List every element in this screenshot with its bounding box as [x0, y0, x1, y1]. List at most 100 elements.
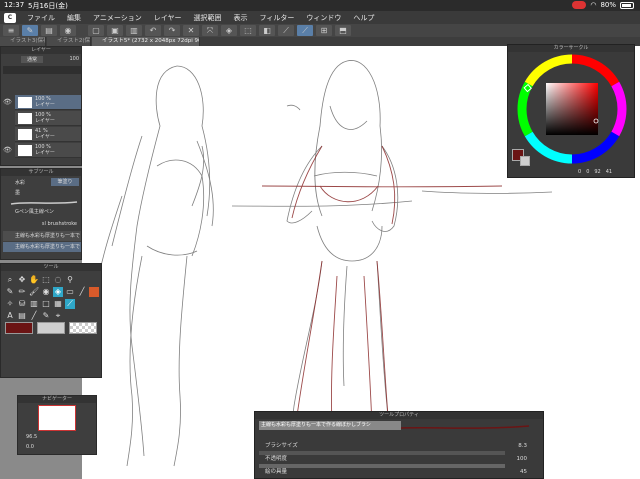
save-icon[interactable]: ▥ — [126, 25, 142, 36]
transform-icon[interactable]: ⤧ — [202, 25, 218, 36]
gradient-icon[interactable]: ▥ — [29, 299, 39, 309]
subtool-brush-main-selected[interactable]: 主線も水彩も厚塗りも一本で — [3, 242, 81, 252]
fill-bucket-icon[interactable]: ⛁ — [17, 299, 27, 309]
layer-row[interactable]: 100 % レイヤー — [15, 95, 81, 110]
blend-mode-select[interactable]: 通常 — [21, 56, 44, 63]
lasso-icon[interactable]: ◌ — [53, 275, 63, 285]
menu-view[interactable]: 表示 — [229, 13, 253, 23]
pencil-icon[interactable]: ✏ — [17, 287, 27, 297]
opacity-row[interactable]: 不透明度 100 — [259, 455, 541, 464]
layer-panel-title: レイヤー — [1, 47, 81, 54]
brush-size-label: ブラシサイズ — [265, 443, 298, 449]
hue-ring[interactable] — [516, 53, 628, 165]
menu-icon[interactable]: ≡ — [3, 25, 19, 36]
subtool-brush-main[interactable]: 主線も水彩も厚塗りも一本で — [3, 231, 81, 241]
open-icon[interactable]: ▣ — [107, 25, 123, 36]
material-icon[interactable]: ◉ — [60, 25, 76, 36]
frame-icon[interactable]: ▦ — [53, 299, 63, 309]
layer-row[interactable]: 100 % レイヤー — [15, 143, 81, 158]
color-sub-swatch[interactable] — [520, 156, 530, 166]
subtool-group-ink[interactable]: 墨 — [3, 188, 81, 198]
clear-icon[interactable]: ✕ — [183, 25, 199, 36]
ink-amount-row[interactable]: 絵の具量 45 — [259, 468, 541, 477]
menu-bar: C ファイル 編集 アニメーション レイヤー 選択範囲 表示 フィルター ウィン… — [0, 11, 640, 24]
main-color-swatch[interactable] — [5, 322, 33, 334]
hand-icon[interactable]: ✋ — [29, 275, 39, 285]
operation-icon[interactable]: ⌖ — [53, 311, 63, 321]
snap-special-icon[interactable]: ⊞ — [316, 25, 332, 36]
menu-window[interactable]: ウィンドウ — [301, 13, 346, 23]
pen-icon[interactable]: ✎ — [5, 287, 15, 297]
menu-file[interactable]: ファイル — [22, 13, 60, 23]
menu-animation[interactable]: アニメーション — [88, 13, 147, 23]
sub-color-swatch[interactable] — [37, 322, 65, 334]
battery-icon — [620, 1, 634, 9]
brush-size-row[interactable]: ブラシサイズ 8.3 — [259, 442, 541, 451]
menu-layer[interactable]: レイヤー — [149, 13, 187, 23]
brush-size-value[interactable]: 8.3 — [518, 442, 527, 451]
menu-filter[interactable]: フィルター — [255, 13, 300, 23]
brush-icon[interactable]: 🖌 — [29, 287, 39, 297]
move-icon[interactable]: ✥ — [17, 275, 27, 285]
liquify-icon[interactable]: ✎ — [41, 311, 51, 321]
color-value-s: 0 — [586, 169, 590, 175]
toolprop-brush-name[interactable]: 主線も水彩も厚塗りも一本で作る線ぼかしブラシ — [259, 421, 401, 430]
pen-tool-icon[interactable]: ✎ — [22, 25, 38, 36]
redo-icon[interactable]: ↷ — [164, 25, 180, 36]
subtool-group-watercolor[interactable]: 水彩 — [3, 178, 81, 188]
selection-icon[interactable]: ⬚ — [240, 25, 256, 36]
navigator-angle[interactable]: 0.0 — [26, 444, 34, 450]
new-icon[interactable]: ▢ — [88, 25, 104, 36]
eye-icon[interactable]: 👁 — [3, 145, 13, 155]
battery-text: 80% — [600, 1, 616, 9]
menu-help[interactable]: ヘルプ — [348, 13, 379, 23]
eyedropper-icon[interactable]: ⚲ — [65, 275, 75, 285]
watercolor-icon[interactable]: ◈ — [53, 287, 63, 297]
transparent-color-swatch[interactable] — [69, 322, 97, 334]
select-icon[interactable]: ⬚ — [41, 275, 51, 285]
subtool-brush-gpen[interactable]: Gペン風主線ペン — [3, 207, 81, 217]
color-swatch-icon[interactable] — [89, 287, 99, 297]
snap-icon[interactable]: ⟋ — [297, 25, 313, 36]
opacity-value[interactable]: 100 — [517, 455, 528, 464]
menu-edit[interactable]: 編集 — [62, 13, 86, 23]
navigator-zoom[interactable]: 96.5 — [26, 434, 37, 440]
layer-toolbar — [3, 66, 81, 74]
color-panel-title: カラーサークル — [508, 45, 634, 52]
eraser-icon[interactable]: ▭ — [65, 287, 75, 297]
correct-line-icon[interactable]: ╱ — [29, 311, 39, 321]
fill-icon[interactable]: ◈ — [221, 25, 237, 36]
app-logo-icon[interactable]: C — [4, 12, 16, 23]
navigator-preview[interactable] — [38, 405, 76, 431]
tab-illust3[interactable]: イラスト3(保存) — [0, 37, 46, 46]
menu-selection[interactable]: 選択範囲 — [189, 13, 227, 23]
ink-amount-value[interactable]: 45 — [520, 468, 527, 477]
blend-icon[interactable]: ✧ — [5, 299, 15, 309]
ruler-icon[interactable]: ⟋ — [278, 25, 294, 36]
layer-name: レイヤー — [35, 102, 55, 108]
zoom-icon[interactable]: ⌕ — [5, 275, 15, 285]
fit-icon[interactable]: ⬒ — [335, 25, 351, 36]
toolprop-stroke-preview — [401, 425, 530, 429]
navigator-panel: ナビゲーター 96.5 0.0 — [17, 395, 97, 455]
layer-row[interactable]: 100 % レイヤー — [15, 111, 81, 126]
invert-icon[interactable]: ◧ — [259, 25, 275, 36]
tab-illust5[interactable]: イラスト5* (2732 x 2048px 72dpi 96.5%) — [92, 37, 200, 46]
balloon-icon[interactable]: ▤ — [17, 311, 27, 321]
text-icon[interactable]: A — [5, 311, 15, 321]
color-value-v: 92 — [594, 169, 601, 175]
command-bar: ≡ ✎ ▤ ◉ ▢ ▣ ▥ ↶ ↷ ✕ ⤧ ◈ ⬚ ◧ ⟋ ⟋ ⊞ ⬒ — [0, 24, 640, 37]
undo-icon[interactable]: ↶ — [145, 25, 161, 36]
figure-icon[interactable]: □ — [41, 299, 51, 309]
layer-tool-icon[interactable]: ▤ — [41, 25, 57, 36]
eye-icon[interactable]: 👁 — [3, 97, 13, 107]
line-icon[interactable]: ╱ — [77, 287, 87, 297]
tab-illust2[interactable]: イラスト2(保存) — [47, 37, 91, 46]
ruler-tool-icon[interactable]: ⟋ — [65, 299, 75, 309]
layer-opacity-value[interactable]: 100 — [69, 56, 79, 62]
opacity-label: 不透明度 — [265, 456, 288, 462]
layer-thumbnail — [18, 113, 32, 124]
layer-row[interactable]: 41 % レイヤー — [15, 127, 81, 142]
subtool-brush-sl[interactable]: sl brushstroke — [3, 219, 81, 229]
airbrush-icon[interactable]: ◉ — [41, 287, 51, 297]
